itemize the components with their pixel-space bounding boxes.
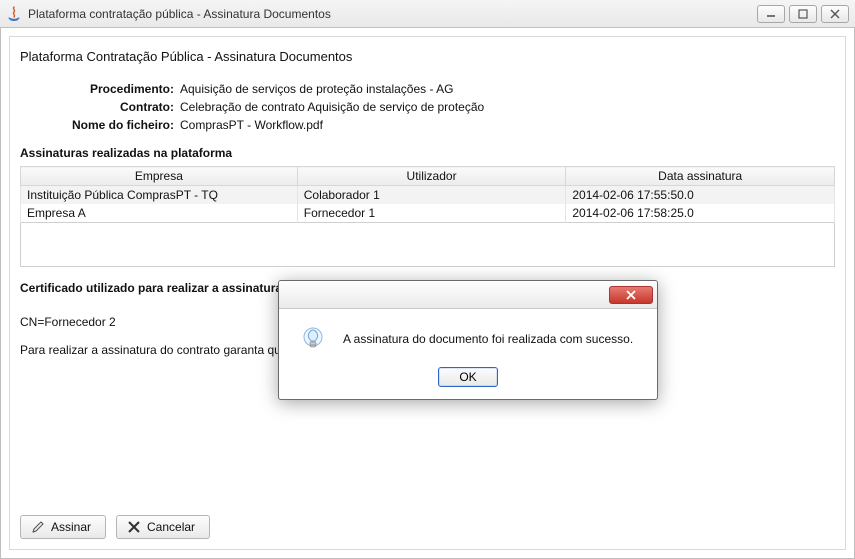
cancelar-label: Cancelar: [147, 520, 195, 534]
procedimento-label: Procedimento:: [50, 82, 180, 96]
meta-row-ficheiro: Nome do ficheiro: ComprasPT - Workflow.p…: [50, 118, 835, 132]
cell-utilizador: Fornecedor 1: [297, 204, 566, 223]
col-data[interactable]: Data assinatura: [566, 167, 835, 186]
java-app-icon: [6, 6, 22, 22]
cell-empresa: Empresa A: [21, 204, 298, 223]
signatures-section-title: Assinaturas realizadas na plataforma: [20, 146, 835, 160]
table-row[interactable]: Empresa A Fornecedor 1 2014-02-06 17:58:…: [21, 204, 835, 223]
cell-utilizador: Colaborador 1: [297, 186, 566, 205]
table-empty-area: [20, 223, 835, 267]
window-title: Plataforma contratação pública - Assinat…: [28, 7, 751, 21]
col-utilizador[interactable]: Utilizador: [297, 167, 566, 186]
ficheiro-label: Nome do ficheiro:: [50, 118, 180, 132]
dialog-ok-button[interactable]: OK: [438, 367, 497, 387]
col-empresa[interactable]: Empresa: [21, 167, 298, 186]
assinar-label: Assinar: [51, 520, 91, 534]
ficheiro-value: ComprasPT - Workflow.pdf: [180, 118, 323, 132]
cancelar-button[interactable]: Cancelar: [116, 515, 210, 539]
dialog-close-button[interactable]: [609, 286, 653, 304]
window-maximize-button[interactable]: [789, 5, 817, 23]
meta-row-contrato: Contrato: Celebração de contrato Aquisiç…: [50, 100, 835, 114]
contrato-label: Contrato:: [50, 100, 180, 114]
pencil-icon: [31, 520, 45, 534]
table-row[interactable]: Instituição Pública ComprasPT - TQ Colab…: [21, 186, 835, 205]
window-close-button[interactable]: [821, 5, 849, 23]
contrato-value: Celebração de contrato Aquisição de serv…: [180, 100, 484, 114]
window-minimize-button[interactable]: [757, 5, 785, 23]
procedimento-value: Aquisição de serviços de proteção instal…: [180, 82, 453, 96]
dialog-message: A assinatura do documento foi realizada …: [343, 332, 633, 346]
lightbulb-info-icon: [297, 323, 329, 355]
cell-data: 2014-02-06 17:58:25.0: [566, 204, 835, 223]
close-icon: [127, 520, 141, 534]
cell-data: 2014-02-06 17:55:50.0: [566, 186, 835, 205]
success-dialog: A assinatura do documento foi realizada …: [278, 280, 658, 400]
page-title: Plataforma Contratação Pública - Assinat…: [20, 49, 835, 64]
signatures-table: Empresa Utilizador Data assinatura Insti…: [20, 166, 835, 223]
cell-empresa: Instituição Pública ComprasPT - TQ: [21, 186, 298, 205]
window-titlebar: Plataforma contratação pública - Assinat…: [0, 0, 855, 28]
dialog-titlebar: [279, 281, 657, 309]
assinar-button[interactable]: Assinar: [20, 515, 106, 539]
meta-row-procedimento: Procedimento: Aquisição de serviços de p…: [50, 82, 835, 96]
